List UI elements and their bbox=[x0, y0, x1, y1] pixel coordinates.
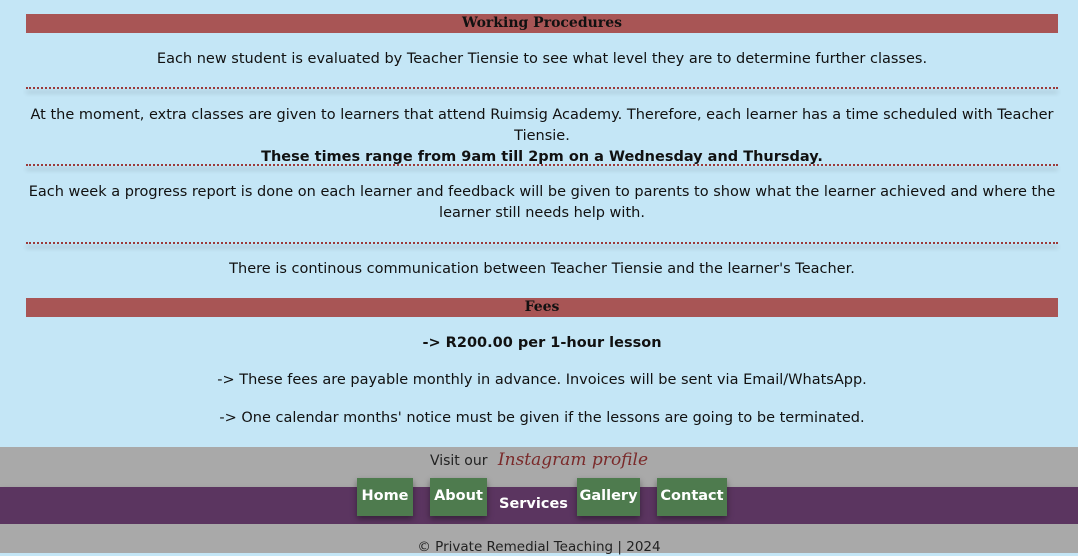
section-divider bbox=[26, 164, 1058, 166]
nav-services-link[interactable]: Services bbox=[499, 492, 568, 516]
fee-rate: -> R200.00 per 1-hour lesson bbox=[422, 335, 662, 351]
nav-contact-button[interactable]: Contact bbox=[657, 478, 727, 516]
fee-termination-notice: -> One calendar months' notice must be g… bbox=[219, 410, 865, 426]
visit-label: Visit our bbox=[429, 453, 488, 469]
section-divider bbox=[26, 87, 1058, 89]
schedule-times: These times range from 9am till 2pm on a… bbox=[261, 149, 823, 165]
procedure-schedule-text: At the moment, extra classes are given t… bbox=[26, 105, 1058, 168]
nav-home-button[interactable]: Home bbox=[357, 478, 413, 516]
fees-heading: Fees bbox=[26, 298, 1058, 317]
copyright-text: © Private Remedial Teaching | 2024 bbox=[417, 539, 661, 555]
procedure-evaluation-text: Each new student is evaluated by Teacher… bbox=[156, 51, 928, 67]
nav-about-button[interactable]: About bbox=[430, 478, 487, 516]
instagram-link[interactable]: Instagram profile bbox=[498, 450, 648, 470]
procedure-communication-text: There is continous communication between… bbox=[229, 261, 855, 277]
procedure-progress-text: Each week a progress report is done on e… bbox=[28, 184, 1056, 221]
instagram-callout: Visit our Instagram profile bbox=[0, 449, 1078, 472]
fee-payment-terms: -> These fees are payable monthly in adv… bbox=[217, 372, 867, 388]
section-divider bbox=[26, 242, 1058, 244]
nav-gallery-button[interactable]: Gallery bbox=[577, 478, 640, 516]
working-procedures-heading: Working Procedures bbox=[26, 14, 1058, 33]
schedule-line: At the moment, extra classes are given t… bbox=[30, 107, 1054, 144]
main-content: Working Procedures Each new student is e… bbox=[0, 0, 1078, 447]
